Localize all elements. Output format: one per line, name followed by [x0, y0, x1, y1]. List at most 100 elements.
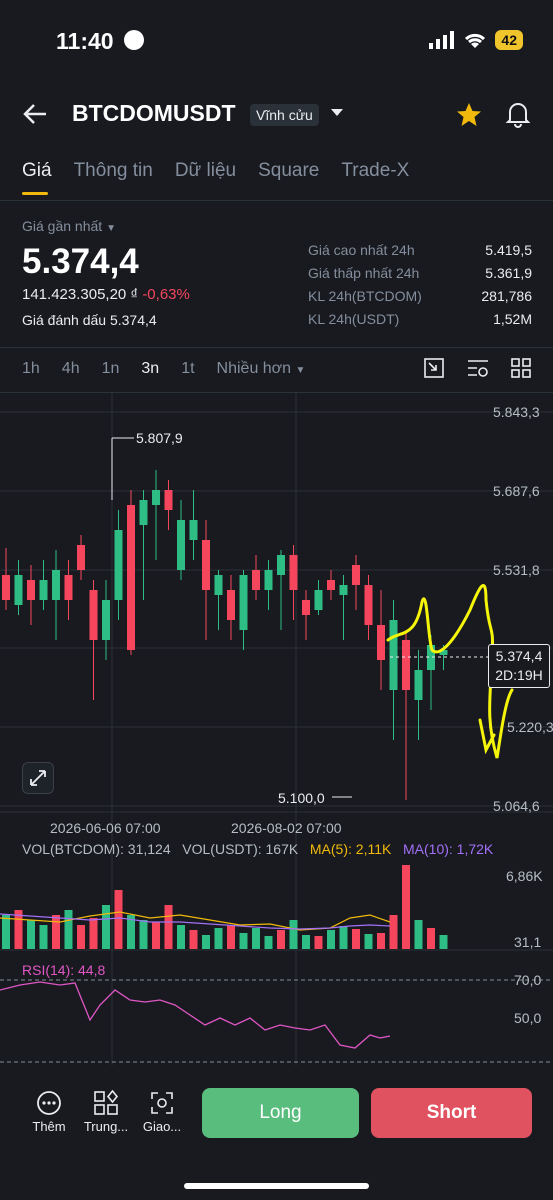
volume-bar	[89, 918, 98, 949]
candle-body	[189, 520, 198, 540]
candle-body	[314, 590, 323, 610]
volume-bar	[339, 926, 348, 949]
volume-bar	[327, 930, 335, 949]
interval-1t[interactable]: 1t	[181, 360, 194, 378]
price-axis-tick: 5.064,6	[493, 798, 540, 814]
candle-body	[302, 600, 310, 615]
volume-bar	[402, 865, 410, 949]
candle-body	[64, 575, 73, 600]
interval-4h[interactable]: 4h	[62, 360, 80, 378]
volume-bar	[239, 933, 248, 949]
rsi-line	[0, 981, 391, 1049]
signal-icon	[429, 31, 455, 49]
expand-icon	[30, 770, 46, 786]
bell-icon[interactable]	[505, 100, 531, 128]
more-dots-icon	[37, 1091, 61, 1115]
candle-body	[27, 580, 35, 600]
tab-bar: Giá Thông tin Dữ liệu Square Trade-X	[22, 160, 409, 195]
volume-bar	[189, 930, 198, 949]
volume-bar	[152, 922, 160, 949]
last-price: 5.374,4	[22, 242, 139, 281]
volume-bar	[377, 933, 385, 949]
chevron-down-icon[interactable]	[330, 108, 344, 118]
contract-type-badge: Vĩnh cửu	[250, 104, 319, 126]
candle-body	[327, 580, 335, 590]
volume-bar	[52, 915, 60, 949]
short-button[interactable]: Short	[371, 1088, 532, 1138]
nav-trade[interactable]: Giao...	[138, 1090, 186, 1134]
candle-body	[39, 580, 48, 600]
candle-body	[139, 500, 148, 525]
shapes-icon	[94, 1089, 119, 1115]
star-icon[interactable]	[456, 102, 482, 127]
volume-bar	[414, 920, 423, 949]
nav-center[interactable]: Trung...	[80, 1089, 132, 1134]
high-label: 5.807,9	[136, 430, 183, 446]
candle-body	[114, 530, 123, 600]
interval-1n[interactable]: 1n	[102, 360, 120, 378]
volume-bar	[77, 925, 85, 949]
mark-price: Giá đánh dấu 5.374,4	[22, 312, 157, 328]
candle-body	[377, 625, 385, 660]
candle-body	[414, 670, 423, 700]
status-time: 11:40	[56, 28, 114, 54]
stat-high: Giá cao nhất 24h 5.419,5	[308, 242, 532, 258]
tab-tradex[interactable]: Trade-X	[341, 160, 409, 182]
tab-square[interactable]: Square	[258, 160, 319, 182]
interval-3n[interactable]: 3n	[141, 360, 159, 378]
candle-body	[239, 575, 248, 630]
interval-bar: 1h 4h 1n 3n 1t Nhiều hơn ▼	[22, 360, 305, 378]
indicator-settings-icon[interactable]	[467, 358, 489, 378]
candle-body	[214, 575, 223, 595]
last-price-label[interactable]: Giá gần nhất ▼	[22, 218, 116, 234]
volume-bar	[164, 905, 173, 949]
stat-low: Giá thấp nhất 24h 5.361,9	[308, 265, 532, 281]
long-button[interactable]: Long	[202, 1088, 359, 1138]
candle-body	[402, 640, 410, 690]
candle-body	[277, 555, 285, 575]
candle-body	[164, 490, 173, 510]
back-icon[interactable]	[22, 102, 48, 126]
rsi-legend: RSI(14): 44,8	[22, 962, 106, 978]
candle-body	[264, 570, 273, 590]
chart-type-icon[interactable]	[424, 358, 444, 378]
candle-body	[102, 600, 110, 640]
volume-bar	[139, 920, 148, 949]
volume-bar	[277, 930, 285, 949]
battery-icon: 42	[495, 30, 523, 50]
volume-bar	[202, 935, 210, 949]
symbol-title[interactable]: BTCDOMUSDT	[72, 100, 236, 127]
stat-vol-btcdom: KL 24h(BTCDOM) 281,786	[308, 288, 532, 304]
date-label: 2026-08-02 07:00	[231, 820, 342, 836]
volume-bar	[352, 929, 360, 949]
tab-data[interactable]: Dữ liệu	[175, 160, 236, 182]
price-axis-tick: 5.220,3	[507, 719, 553, 735]
tab-price[interactable]: Giá	[22, 160, 52, 195]
more-intervals[interactable]: Nhiều hơn ▼	[217, 360, 306, 378]
volume-bar	[264, 936, 273, 949]
vol-axis-top: 6,86K	[506, 868, 543, 884]
volume-bar	[27, 920, 35, 949]
layout-grid-icon[interactable]	[511, 358, 531, 378]
volume-bar	[214, 928, 223, 949]
stats-panel: Giá cao nhất 24h 5.419,5 Giá thấp nhất 24…	[308, 242, 532, 327]
volume-bar	[364, 934, 373, 949]
wifi-icon	[465, 33, 486, 48]
candle-body	[89, 590, 98, 640]
divider	[0, 347, 553, 348]
candle-body	[364, 585, 373, 625]
fullscreen-button[interactable]	[22, 762, 54, 794]
volume-legend: VOL(BTCDOM): 31,124 VOL(USDT): 167K MA(5…	[22, 841, 494, 857]
volume-bar	[302, 935, 310, 949]
candle-body	[289, 555, 298, 590]
candle-body	[177, 520, 185, 570]
divider	[0, 200, 553, 201]
volume-bar	[289, 920, 298, 949]
candle-body	[202, 540, 210, 590]
candle-body	[77, 545, 85, 570]
nav-more[interactable]: Thêm	[28, 1090, 70, 1134]
candle-body	[389, 620, 398, 690]
interval-1h[interactable]: 1h	[22, 360, 40, 378]
candle-body	[2, 575, 10, 600]
tab-info[interactable]: Thông tin	[74, 160, 153, 182]
